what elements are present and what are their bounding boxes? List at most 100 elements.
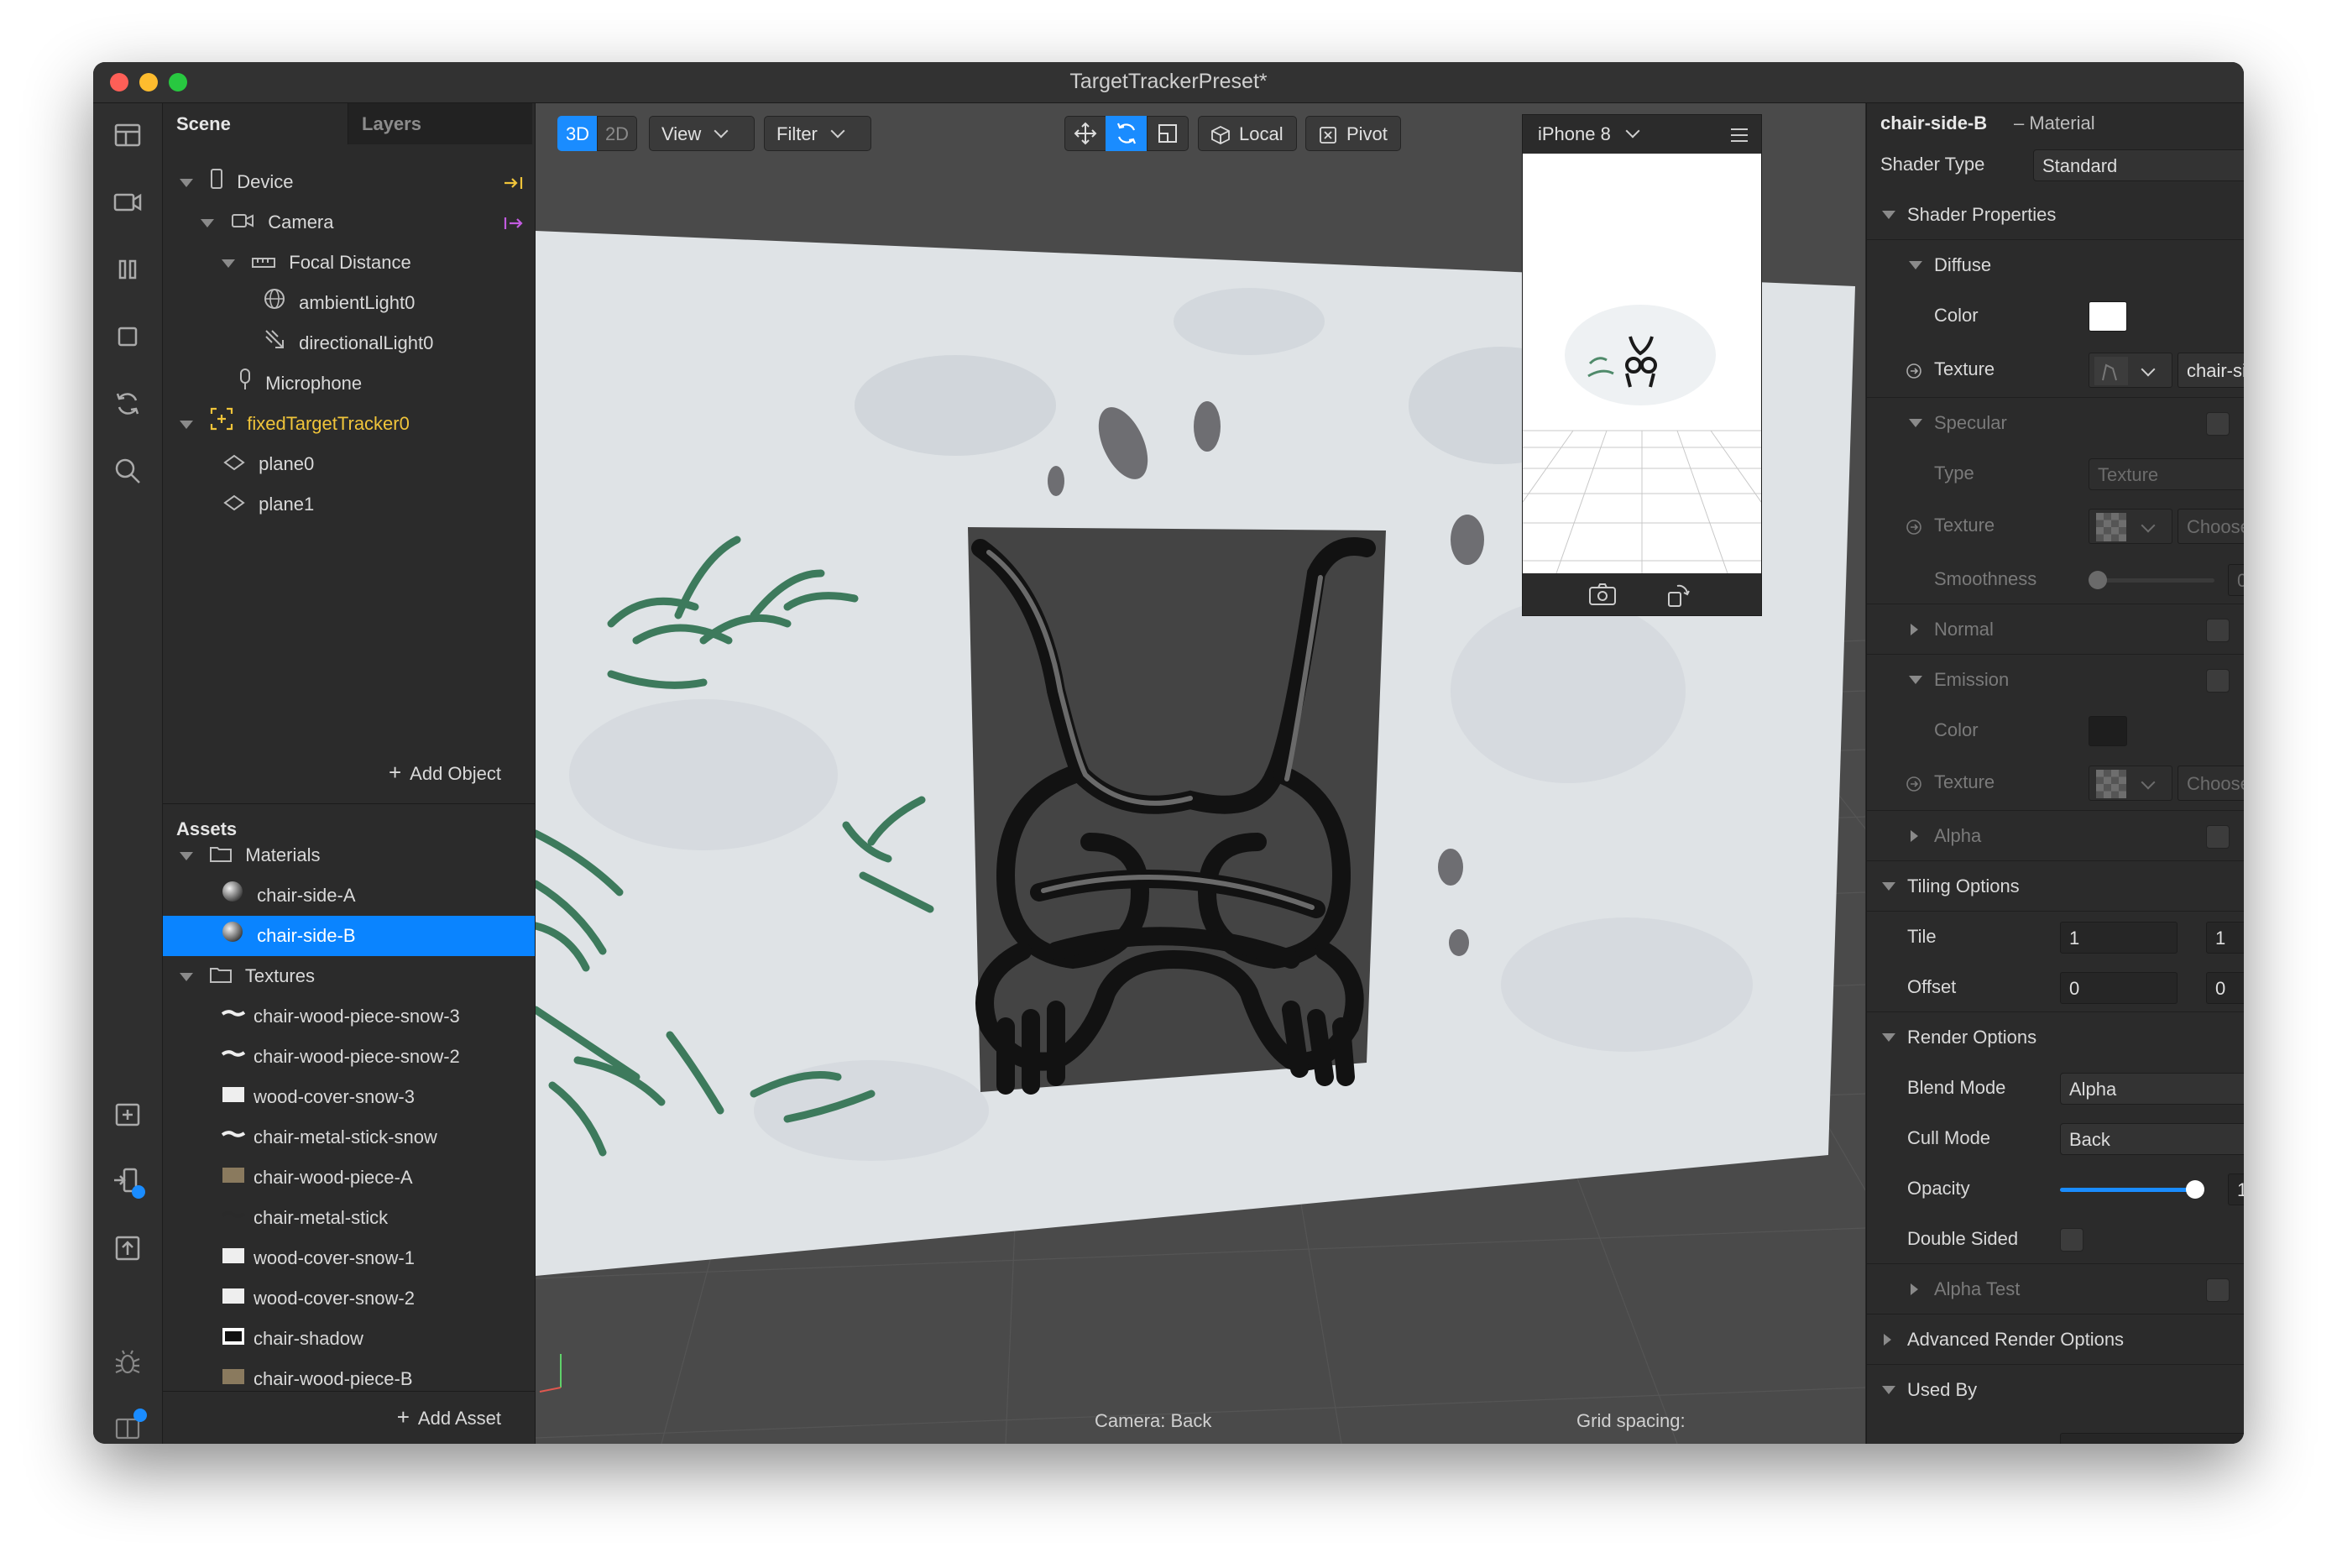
smoothness-slider-track[interactable]: [2089, 578, 2214, 583]
disclosure-triangle-icon[interactable]: [180, 421, 193, 430]
emission-checkbox[interactable]: [2206, 669, 2230, 693]
asset-texture-item[interactable]: wood-cover-snow-3: [222, 1077, 415, 1117]
layout-icon[interactable]: [107, 114, 149, 156]
section-tiling-options[interactable]: Tiling Options: [1867, 861, 2244, 912]
asset-material-a[interactable]: chair-side-A: [222, 875, 356, 916]
section-shader-properties[interactable]: Shader Properties: [1867, 190, 2244, 240]
tree-item-ambient-light[interactable]: ambientLight0: [264, 283, 415, 323]
diffuse-color-swatch[interactable]: [2089, 301, 2127, 332]
rotate-device-icon[interactable]: [1665, 583, 1691, 608]
section-alpha[interactable]: Alpha: [1867, 811, 2244, 861]
section-emission[interactable]: Emission: [1867, 655, 2244, 705]
opacity-slider-track[interactable]: [2060, 1188, 2194, 1192]
shader-type-select[interactable]: Standard: [2033, 149, 2244, 181]
section-alpha-test[interactable]: Alpha Test: [1867, 1264, 2244, 1315]
offset-x-field[interactable]: 0: [2060, 972, 2178, 1004]
scene-viewport[interactable]: 3D 2D View Filter Local Pivot iPhone 8 C…: [536, 103, 1865, 1444]
asset-texture-item[interactable]: chair-wood-piece-snow-2: [221, 1037, 460, 1077]
section-render-options[interactable]: Render Options: [1867, 1012, 2244, 1063]
texture-thumbnail-dropdown[interactable]: [2089, 353, 2172, 388]
rotate-tool-button[interactable]: [1106, 116, 1148, 151]
specular-texture-file-button[interactable]: Choose File...: [2178, 509, 2244, 544]
tab-scene[interactable]: Scene: [163, 103, 348, 144]
tree-item-focal-distance[interactable]: Focal Distance: [222, 243, 411, 283]
disclosure-triangle-icon[interactable]: [180, 852, 193, 861]
menu-icon[interactable]: [1729, 127, 1749, 144]
asset-texture-item[interactable]: wood-cover-snow-1: [222, 1238, 415, 1278]
blend-mode-select[interactable]: Alpha: [2060, 1073, 2244, 1105]
section-normal[interactable]: Normal: [1867, 604, 2244, 655]
bug-icon[interactable]: [107, 1341, 149, 1383]
tab-layers[interactable]: Layers: [348, 103, 532, 144]
local-space-button[interactable]: Local: [1198, 116, 1297, 151]
filter-dropdown[interactable]: Filter: [764, 116, 871, 151]
section-used-by[interactable]: Used By: [1867, 1365, 2244, 1415]
pause-icon[interactable]: [107, 248, 149, 290]
tree-item-microphone[interactable]: Microphone: [222, 363, 362, 404]
opacity-slider-knob[interactable]: [2186, 1180, 2204, 1199]
tile-y-field[interactable]: 1: [2206, 922, 2244, 954]
disclosure-triangle-icon[interactable]: [201, 219, 214, 228]
emission-texture-file-button[interactable]: Choose File...: [2178, 766, 2244, 801]
asset-texture-item[interactable]: chair-wood-piece-B: [222, 1359, 413, 1399]
mode-2d-button[interactable]: 2D: [597, 116, 637, 151]
tree-item-target-tracker[interactable]: fixedTargetTracker0: [180, 404, 410, 444]
alpha-checkbox[interactable]: [2206, 825, 2230, 849]
switch-camera-icon[interactable]: [1588, 583, 1617, 608]
asset-texture-item[interactable]: chair-wood-piece-A: [222, 1158, 413, 1198]
opacity-field[interactable]: 100%: [2228, 1173, 2244, 1205]
normal-checkbox[interactable]: [2206, 619, 2230, 642]
offset-y-field[interactable]: 0: [2206, 972, 2244, 1004]
disclosure-triangle-icon[interactable]: [180, 973, 193, 982]
asset-texture-item[interactable]: chair-metal-stick: [221, 1198, 388, 1238]
emission-color-swatch[interactable]: [2089, 716, 2127, 746]
tree-item-device[interactable]: Device: [180, 162, 294, 202]
add-object-button[interactable]: + Add Object: [389, 760, 501, 786]
alpha-test-checkbox[interactable]: [2206, 1278, 2230, 1302]
tree-item-plane0[interactable]: plane0: [222, 444, 314, 484]
smoothness-slider-knob[interactable]: [2089, 571, 2107, 589]
folder-textures[interactable]: Textures: [180, 956, 315, 996]
video-icon[interactable]: [107, 181, 149, 223]
specular-checkbox[interactable]: [2206, 412, 2230, 436]
upload-icon[interactable]: [107, 1227, 149, 1269]
search-icon[interactable]: [107, 450, 149, 492]
asset-texture-item[interactable]: chair-wood-piece-snow-3: [221, 996, 460, 1037]
folder-materials[interactable]: Materials: [180, 835, 321, 875]
link-arrow-icon[interactable]: [1906, 519, 1922, 536]
section-advanced-render-options[interactable]: Advanced Render Options: [1867, 1315, 2244, 1365]
texture-thumbnail-dropdown[interactable]: [2089, 766, 2172, 801]
refresh-icon[interactable]: [107, 383, 149, 425]
diffuse-texture-field[interactable]: chair-side-bo...: [2178, 353, 2244, 388]
asset-texture-item[interactable]: chair-shadow: [222, 1319, 363, 1359]
tree-item-camera[interactable]: Camera: [201, 202, 334, 243]
mode-3d-button[interactable]: 3D: [557, 116, 598, 151]
view-dropdown[interactable]: View: [649, 116, 755, 151]
asset-texture-item[interactable]: chair-metal-stick-snow: [221, 1117, 437, 1158]
section-diffuse[interactable]: Diffuse: [1867, 240, 2244, 290]
link-arrow-icon[interactable]: [1906, 363, 1922, 379]
specular-type-select[interactable]: Texture: [2089, 458, 2244, 490]
tree-item-directional-light[interactable]: directionalLight0: [264, 323, 433, 363]
used-by-field[interactable]: [2060, 1433, 2244, 1444]
asset-texture-item[interactable]: wood-cover-snow-2: [222, 1278, 415, 1319]
add-folder-icon[interactable]: [107, 1093, 149, 1135]
move-tool-button[interactable]: [1064, 116, 1106, 151]
smoothness-field[interactable]: 0%: [2228, 564, 2244, 596]
scale-tool-button[interactable]: [1147, 116, 1189, 151]
disclosure-triangle-icon[interactable]: [222, 259, 235, 269]
asset-material-b[interactable]: chair-side-B: [222, 916, 356, 956]
disclosure-triangle-icon[interactable]: [180, 179, 193, 188]
link-arrow-icon[interactable]: [1906, 776, 1922, 792]
double-sided-checkbox[interactable]: [2060, 1228, 2083, 1252]
pivot-button[interactable]: Pivot: [1305, 116, 1401, 151]
stop-icon[interactable]: [107, 316, 149, 358]
device-send-icon[interactable]: [107, 1160, 149, 1202]
device-selector[interactable]: iPhone 8: [1523, 115, 1761, 154]
tile-x-field[interactable]: 1: [2060, 922, 2178, 954]
texture-thumbnail-dropdown[interactable]: [2089, 509, 2172, 544]
section-specular[interactable]: Specular: [1867, 398, 2244, 448]
add-asset-button[interactable]: + Add Asset: [397, 1404, 501, 1430]
tree-item-plane1[interactable]: plane1: [222, 484, 314, 525]
device-preview-screen[interactable]: [1523, 154, 1761, 573]
